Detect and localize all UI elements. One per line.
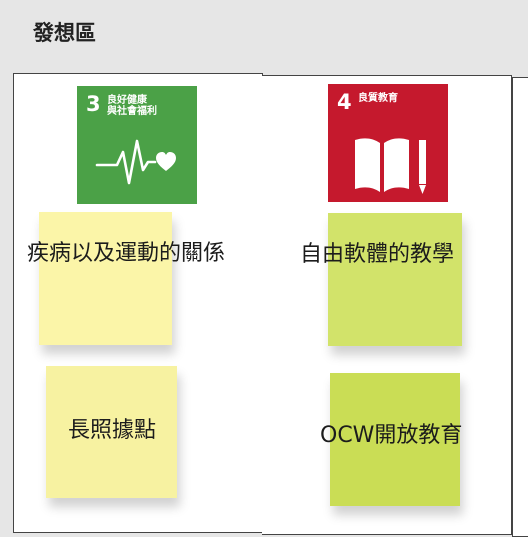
sticky-note-text: 長照據點 bbox=[68, 418, 157, 443]
sticky-note[interactable] bbox=[328, 213, 462, 346]
sticky-note-text: OCW開放教育 bbox=[320, 423, 463, 448]
sticky-note[interactable] bbox=[39, 212, 172, 345]
board-column-3 bbox=[512, 77, 528, 537]
heartbeat-icon bbox=[95, 139, 176, 185]
sdg-4-card: 4 良質教育 bbox=[328, 84, 448, 202]
sticky-note-text: 自由軟體的教學 bbox=[300, 242, 455, 267]
board-column-1: 3 良好健康 與社會福利 疾病以及運動的關係 長照據點 bbox=[13, 73, 263, 533]
page-title: 發想區 bbox=[33, 21, 96, 45]
sdg-3-card: 3 良好健康 與社會福利 bbox=[77, 86, 197, 204]
book-pencil-icon bbox=[355, 138, 426, 194]
workspace-header: 發想區 bbox=[0, 0, 528, 66]
sticky-note-text: 疾病以及運動的關係 bbox=[27, 241, 226, 266]
board-column-2: 4 良質教育 自由軟體的教學 OCW開放教育 bbox=[262, 75, 512, 535]
